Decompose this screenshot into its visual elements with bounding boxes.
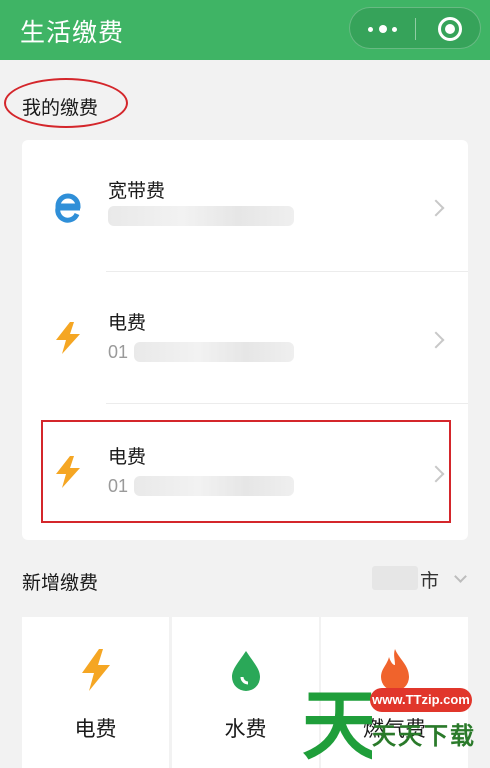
water-drop-icon	[232, 651, 260, 691]
lightning-icon	[82, 649, 110, 691]
capsule-divider	[415, 18, 416, 40]
bill-row-label: 宽带费	[108, 181, 166, 202]
bill-row-account: 01	[108, 342, 129, 362]
chevron-right-icon	[427, 331, 445, 349]
watermark-text: 天天下载	[372, 723, 476, 750]
watermark-logo: 天	[302, 681, 372, 768]
svg-text:天: 天	[302, 681, 372, 768]
annotation-ellipse	[4, 78, 128, 128]
watermark-url: www.TTzip.com	[370, 688, 472, 712]
target-close-icon[interactable]	[438, 17, 462, 41]
redacted-city	[372, 566, 418, 590]
bill-row-label: 电费	[108, 313, 147, 334]
chevron-right-icon	[427, 199, 445, 217]
city-selector[interactable]: 市	[420, 566, 439, 593]
redacted-account	[108, 206, 294, 226]
title-bar: 生活缴费	[0, 0, 490, 60]
add-bill-title: 新增缴费	[22, 573, 99, 594]
site-watermark: 天 www.TTzip.com 天天下载	[300, 672, 490, 768]
category-label: 水费	[224, 718, 267, 741]
annotation-rectangle	[41, 420, 451, 523]
category-water[interactable]: 水费	[172, 617, 319, 768]
page-title: 生活缴费	[20, 19, 125, 47]
miniprogram-capsule	[349, 7, 481, 49]
bill-row-electricity-1[interactable]: 电费 01	[22, 272, 468, 404]
bill-row-broadband[interactable]: 宽带费	[22, 140, 468, 272]
ie-browser-icon	[55, 193, 81, 223]
more-dots-icon[interactable]	[366, 25, 400, 33]
lightning-icon	[56, 322, 80, 354]
category-electricity[interactable]: 电费	[22, 617, 169, 768]
redacted-account	[134, 342, 294, 362]
category-label: 电费	[74, 718, 117, 741]
